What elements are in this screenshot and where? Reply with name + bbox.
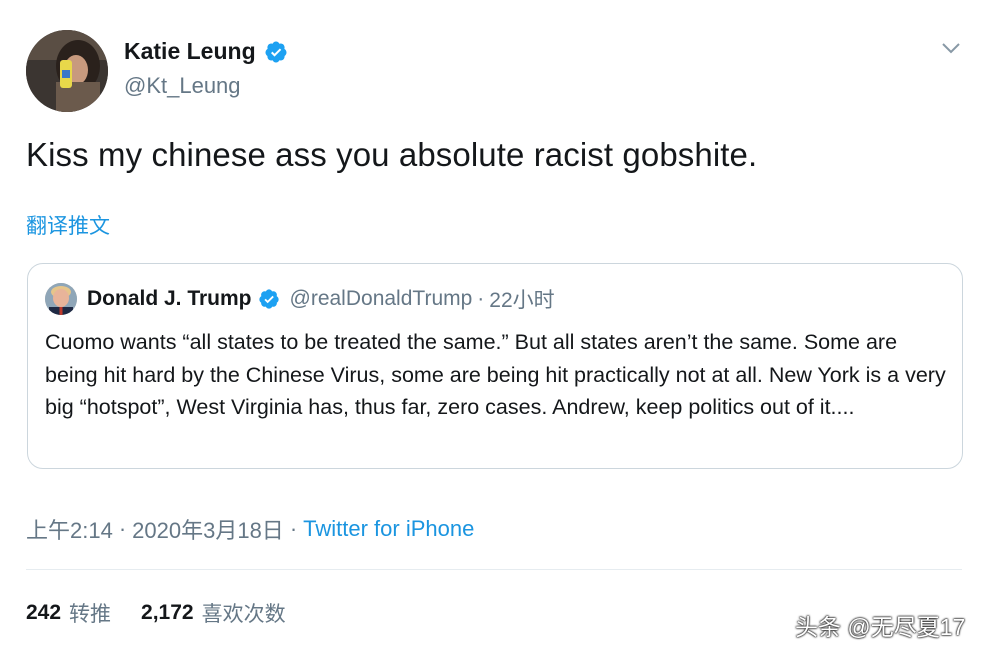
- watermark: 头条 @无尽夏17: [795, 614, 966, 640]
- quoted-author-avatar-image: [45, 283, 77, 315]
- likes-stat[interactable]: 2,172 喜欢次数: [141, 598, 286, 628]
- quoted-tweet-header: Donald J. Trump @realDonaldTrump · 22小时: [45, 283, 555, 315]
- author-avatar[interactable]: [26, 30, 108, 112]
- tweet-meta: 上午2:14 · 2020年3月18日 · Twitter for iPhone: [26, 513, 474, 545]
- retweets-count: 242: [26, 601, 62, 624]
- retweets-label: 转推: [69, 603, 112, 626]
- verified-badge-icon: [265, 41, 287, 62]
- tweet-time[interactable]: 上午2:14: [26, 513, 113, 545]
- translate-tweet-link[interactable]: 翻译推文: [26, 210, 110, 240]
- quoted-verified-badge-icon: [258, 289, 279, 309]
- likes-count: 2,172: [141, 601, 194, 624]
- quoted-author-display-name: Donald J. Trump: [87, 287, 252, 310]
- chevron-down-icon[interactable]: [938, 38, 964, 58]
- quoted-author-avatar: [45, 283, 77, 315]
- divider: [26, 569, 962, 570]
- quoted-separator: ·: [477, 287, 485, 310]
- author-display-name[interactable]: Katie Leung: [124, 38, 256, 65]
- meta-separator: ·: [289, 516, 298, 541]
- quoted-author-handle: @realDonaldTrump: [289, 287, 473, 310]
- tweet-card: Katie Leung @Kt_Leung Kiss my chinese as…: [0, 0, 1000, 656]
- likes-label: 喜欢次数: [201, 603, 286, 626]
- quoted-tweet-text: Cuomo wants “all states to be treated th…: [45, 330, 946, 419]
- display-name-row: Katie Leung: [124, 38, 288, 65]
- tweet-stats: 242 转推 2,172 喜欢次数: [26, 598, 316, 628]
- author-avatar-image: [26, 30, 108, 112]
- quoted-tweet[interactable]: Donald J. Trump @realDonaldTrump · 22小时 …: [27, 263, 963, 469]
- author-handle[interactable]: @Kt_Leung: [124, 73, 288, 99]
- tweet-source-link[interactable]: Twitter for iPhone: [303, 516, 474, 542]
- tweet-text: Kiss my chinese ass you absolute racist …: [26, 136, 758, 173]
- author-info: Katie Leung @Kt_Leung: [124, 38, 288, 99]
- quoted-timestamp: 22小时: [489, 289, 555, 312]
- meta-separator: ·: [118, 516, 127, 541]
- tweet-date[interactable]: 2020年3月18日: [132, 513, 284, 545]
- retweets-stat[interactable]: 242 转推: [26, 598, 111, 628]
